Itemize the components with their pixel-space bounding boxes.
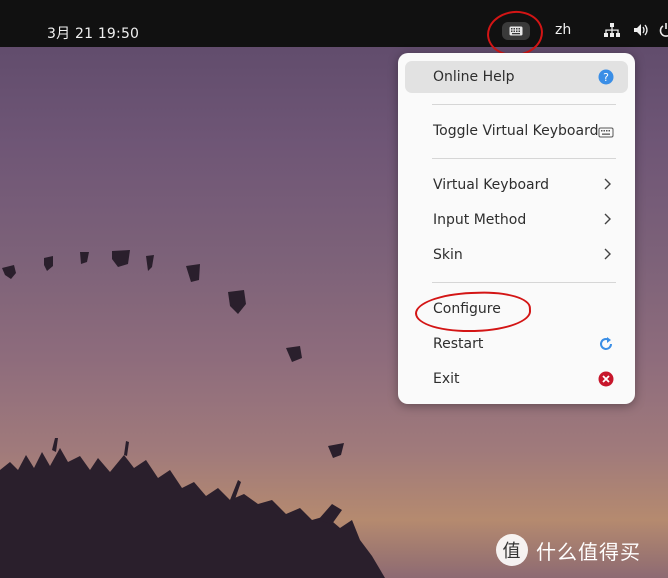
menu-separator	[432, 282, 616, 283]
menu-item-toggle-virtual-keyboard[interactable]: Toggle Virtual Keyboard	[405, 115, 628, 147]
restart-icon	[600, 337, 612, 350]
menu-item-skin[interactable]: Skin	[405, 239, 628, 271]
menu-item-label: Skin	[433, 247, 463, 263]
menu-item-exit[interactable]: Exit	[405, 363, 628, 395]
language-indicator[interactable]: zh	[555, 22, 571, 38]
menu-item-restart[interactable]: Restart	[405, 328, 628, 360]
input-method-menu: Online Help ? Toggle Virtual Keyboard Vi…	[398, 53, 635, 404]
menu-item-label: Virtual Keyboard	[433, 177, 550, 193]
svg-text:?: ?	[603, 71, 609, 84]
network-icon[interactable]	[604, 23, 620, 37]
menu-item-online-help[interactable]: Online Help ?	[405, 61, 628, 93]
menu-item-label: Restart	[433, 336, 484, 352]
menu-item-label: Input Method	[433, 212, 527, 228]
menu-item-label: Online Help	[433, 69, 515, 85]
volume-icon[interactable]	[633, 23, 649, 37]
top-bar: 3月 21 19:50 zh	[0, 0, 668, 47]
chevron-right-icon	[604, 213, 611, 225]
menu-separator	[432, 104, 616, 105]
menu-item-input-method[interactable]: Input Method	[405, 204, 628, 236]
keyboard-icon	[598, 127, 614, 138]
watermark: 值 什么值得买	[496, 533, 641, 567]
help-icon: ?	[598, 69, 614, 85]
watermark-logo: 值	[496, 534, 528, 566]
menu-separator	[432, 158, 616, 159]
exit-icon	[598, 371, 614, 387]
power-icon[interactable]	[659, 23, 668, 37]
menu-item-virtual-keyboard[interactable]: Virtual Keyboard	[405, 169, 628, 201]
chevron-right-icon	[604, 248, 611, 260]
chevron-right-icon	[604, 178, 611, 190]
clock[interactable]: 3月 21 19:50	[47, 23, 139, 43]
menu-item-label: Exit	[433, 371, 460, 387]
menu-item-label: Toggle Virtual Keyboard	[433, 123, 599, 139]
watermark-text: 什么值得买	[536, 539, 641, 564]
watermark-logo-glyph: 值	[502, 541, 522, 562]
